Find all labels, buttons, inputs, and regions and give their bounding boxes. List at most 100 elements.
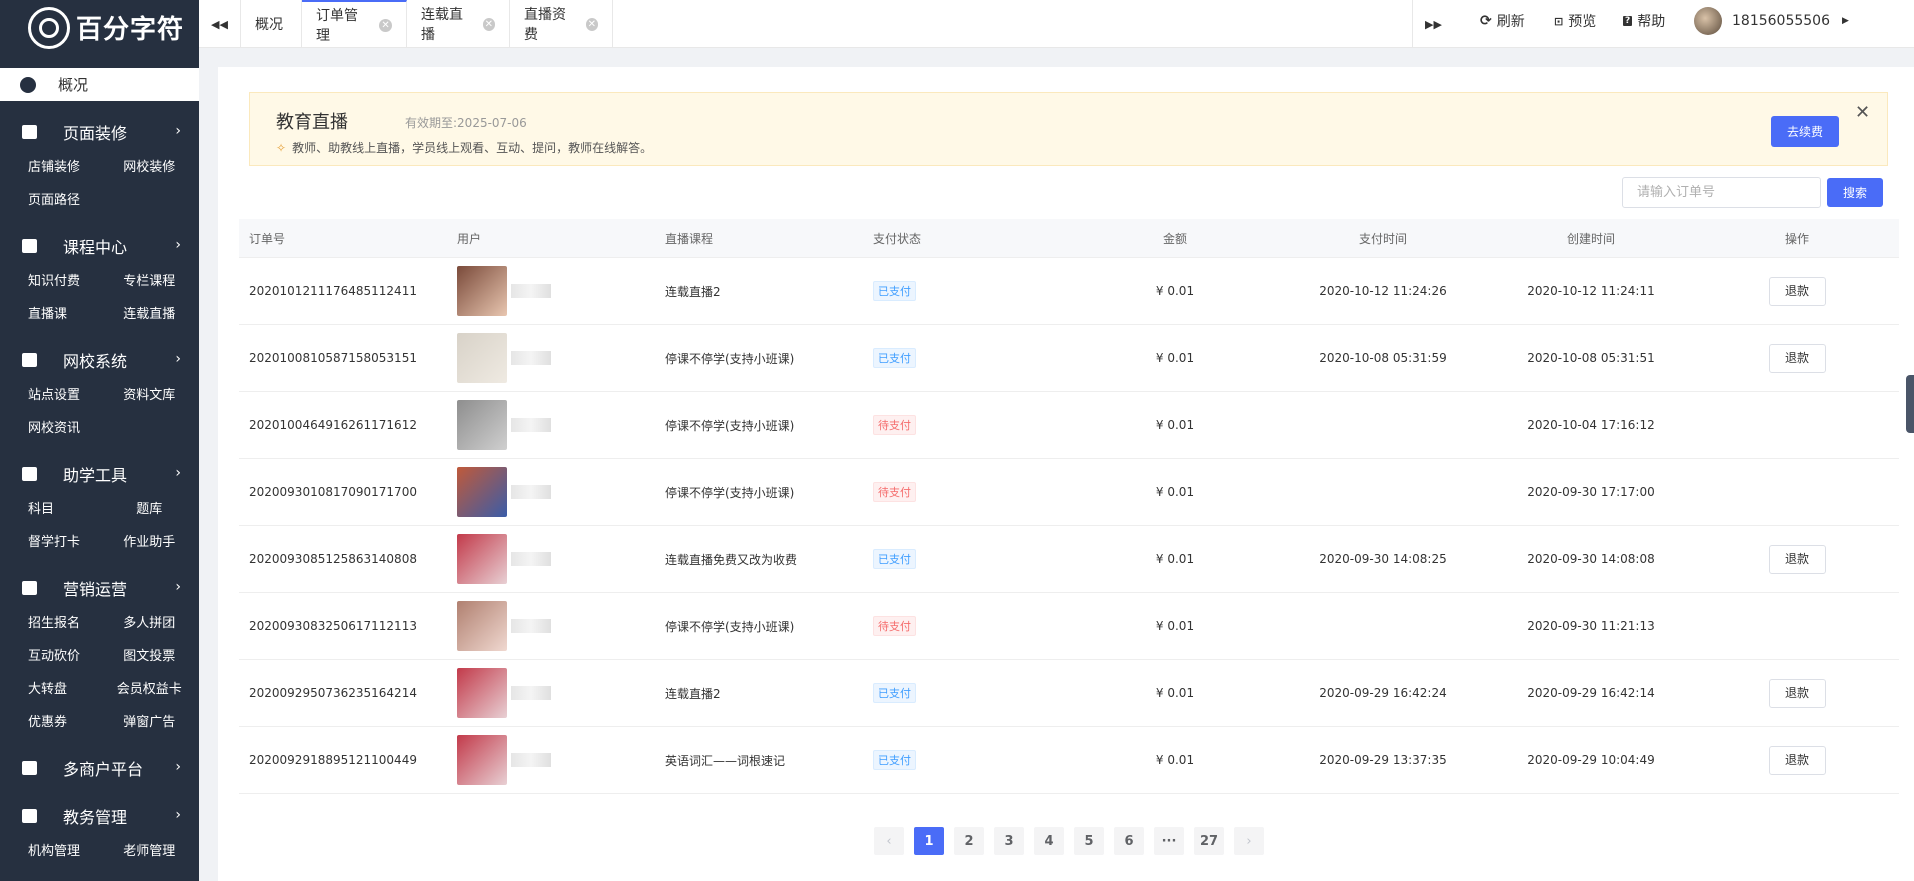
tab-serial-live[interactable]: 连载直播 ✕	[407, 0, 510, 48]
order-number: 20201012111764851124​11	[249, 284, 417, 298]
close-icon[interactable]: ✕	[379, 18, 392, 32]
user-avatar	[457, 333, 507, 383]
tab-live-fee[interactable]: 直播资费 ✕	[510, 0, 613, 48]
col-course: 直播课程	[665, 231, 714, 246]
tabs-prev-button[interactable]: ◀◀	[199, 0, 241, 48]
refund-button[interactable]: 退款	[1768, 343, 1826, 373]
tabs-next-button[interactable]: ▶▶	[1412, 0, 1454, 48]
help-button[interactable]: ? 帮助	[1623, 0, 1665, 42]
sidebar-sub-item[interactable]: 站点设置	[0, 384, 100, 403]
preview-button[interactable]: ⊡ 预览	[1554, 0, 1596, 42]
page-ellipsis[interactable]: ···	[1154, 827, 1184, 855]
sidebar-sub-row: 店铺装修 网校装修	[0, 149, 199, 182]
sidebar-sub-item[interactable]: 资料文库	[100, 384, 200, 403]
sidebar-group-header[interactable]: 网校系统 ›	[0, 343, 199, 377]
order-search-input[interactable]	[1622, 177, 1821, 208]
table-row: 20200930832506171121​13 停课不停学(支持小班课) 待支付…	[239, 593, 1899, 660]
chevron-right-icon: ›	[175, 237, 181, 253]
sidebar-sub-item[interactable]: 作业助手	[100, 531, 200, 550]
sidebar-sub-row: 大转盘 会员权益卡	[0, 671, 199, 704]
sidebar-item-overview[interactable]: 概况	[0, 68, 199, 101]
sidebar-sub-item[interactable]: 网校资讯	[0, 417, 100, 436]
sidebar-sub-item[interactable]: 大转盘	[0, 678, 100, 697]
search-button[interactable]: 搜索	[1827, 178, 1883, 207]
sidebar-group-title: 网校系统	[63, 352, 128, 371]
sidebar-sub-item[interactable]: 科目	[0, 498, 100, 517]
next-page-button[interactable]: ›	[1234, 827, 1264, 855]
status-cell: 待支付	[863, 616, 1071, 636]
page-button[interactable]: 6	[1114, 827, 1144, 855]
sidebar-sub-item[interactable]: 招生报名	[0, 612, 100, 631]
sidebar-group: 教务管理 › 机构管理 老师管理	[0, 799, 199, 866]
sidebar-group-header[interactable]: 页面装修 ›	[0, 115, 199, 149]
renew-button[interactable]: 去续费	[1771, 116, 1839, 147]
page-button[interactable]: 27	[1194, 827, 1224, 855]
sidebar-sub-item[interactable]: 专栏课程	[100, 270, 200, 289]
sidebar-group-header[interactable]: 多商户平台 ›	[0, 751, 199, 785]
sidebar-sub-item[interactable]: 弹窗广告	[100, 711, 200, 730]
sidebar-group-header[interactable]: 助学工具 ›	[0, 457, 199, 491]
course-name: 停课不停学(支持小班课)	[665, 485, 795, 500]
status-badge: 已支付	[873, 683, 916, 703]
sidebar-sub-item[interactable]: 优惠券	[0, 711, 100, 730]
sidebar-sub-item[interactable]: 网校装修	[100, 156, 200, 175]
close-icon[interactable]: ✕	[482, 17, 495, 31]
page-button[interactable]: 5	[1074, 827, 1104, 855]
sidebar-sub-row: 网校资讯	[0, 410, 199, 443]
action-cell: 退款	[1695, 276, 1899, 306]
close-icon[interactable]: ✕	[585, 17, 598, 31]
order-number: 20201004649162611716​12	[249, 418, 417, 432]
refresh-button[interactable]: ⟳ 刷新	[1480, 0, 1525, 42]
status-badge: 已支付	[873, 750, 916, 770]
prev-page-button[interactable]: ‹	[874, 827, 904, 855]
sidebar-sub-item[interactable]: 互动砍价	[0, 645, 100, 664]
refund-button[interactable]: 退款	[1768, 678, 1826, 708]
refund-button[interactable]: 退款	[1768, 276, 1826, 306]
order-number: 20201008105871580531​51	[249, 351, 417, 365]
status-cell: 待支付	[863, 415, 1071, 435]
notice-expiry: 有效期至:2025-07-06	[405, 116, 527, 130]
orders-table: 订单号 用户 直播课程 支付状态 金额 支付时间 创建时间 操作 2020101…	[239, 219, 1899, 794]
user-menu[interactable]: 18156055506 ▶	[1694, 0, 1849, 42]
side-drawer-handle[interactable]	[1906, 375, 1914, 433]
sidebar-sub-item[interactable]: 多人拼团	[100, 612, 200, 631]
status-badge: 待支付	[873, 415, 916, 435]
course-name: 英语词汇——词根速记	[665, 753, 786, 768]
page-button[interactable]: 4	[1034, 827, 1064, 855]
sidebar-group-header[interactable]: 课程中心 ›	[0, 229, 199, 263]
page-button[interactable]: 2	[954, 827, 984, 855]
brand-logo[interactable]: 百分字符	[0, 0, 199, 55]
chevron-right-icon: ›	[175, 351, 181, 367]
sidebar-sub-item[interactable]: 直播课	[0, 303, 100, 322]
refund-button[interactable]: 退款	[1768, 745, 1826, 775]
pay-time: 2020-09-30 14:08:25	[1319, 552, 1447, 566]
tab-overview[interactable]: 概况	[241, 0, 302, 48]
sidebar-sub-item[interactable]: 机构管理	[0, 840, 100, 859]
sidebar-sub-item[interactable]: 图文投票	[100, 645, 200, 664]
table-row: 20200929188951211004​49 英语词汇——词根速记 已支付 ¥…	[239, 727, 1899, 794]
status-badge: 已支付	[873, 549, 916, 569]
sidebar-sub-item[interactable]: 知识付费	[0, 270, 100, 289]
sidebar-sub-item[interactable]: 会员权益卡	[100, 678, 200, 697]
sidebar-sub-item[interactable]: 题库	[100, 498, 200, 517]
refund-button[interactable]: 退款	[1768, 544, 1826, 574]
sidebar-group-header[interactable]: 教务管理 ›	[0, 799, 199, 833]
menu-icon	[22, 353, 37, 367]
sidebar-group-header[interactable]: 营销运营 ›	[0, 571, 199, 605]
col-amount: 金额	[1162, 231, 1187, 246]
page-button[interactable]: 1	[914, 827, 944, 855]
close-icon[interactable]: ✕	[1855, 102, 1870, 123]
status-cell: 待支付	[863, 482, 1071, 502]
sidebar-sub-item[interactable]: 店铺装修	[0, 156, 100, 175]
tab-order-management[interactable]: 订单管理 ✕	[302, 0, 407, 48]
user-name-redacted	[511, 485, 551, 499]
col-create-time: 创建时间	[1566, 231, 1615, 246]
chevron-right-icon: ›	[175, 123, 181, 139]
sidebar-sub-item[interactable]: 督学打卡	[0, 531, 100, 550]
sidebar-sub-item[interactable]: 老师管理	[100, 840, 200, 859]
sidebar-sub-item[interactable]: 页面路径	[0, 189, 100, 208]
create-time: 2020-09-30 14:08:08	[1527, 552, 1655, 566]
col-user: 用户	[457, 231, 482, 246]
page-button[interactable]: 3	[994, 827, 1024, 855]
sidebar-sub-item[interactable]: 连载直播	[100, 303, 200, 322]
